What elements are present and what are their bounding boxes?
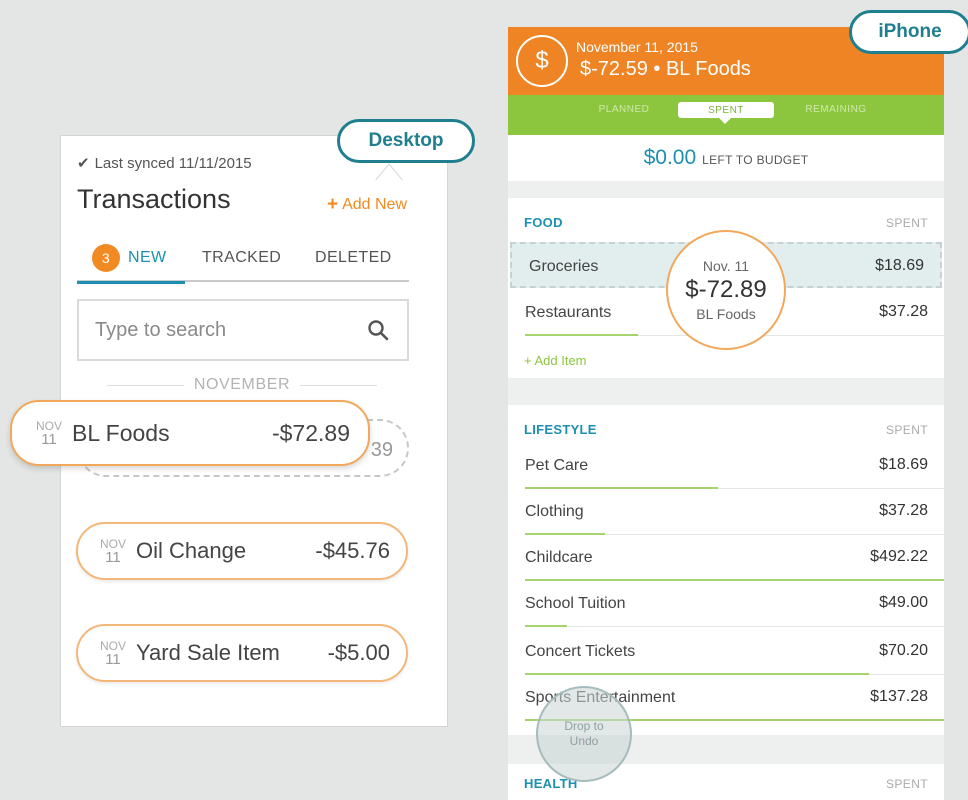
budget-row-school-tuition[interactable]: School Tuition $49.00: [508, 581, 944, 627]
transaction-amount: -$5.00: [327, 640, 390, 665]
group-spent-label: SPENT: [885, 423, 928, 437]
budget-segmented-control: PLANNED SPENT REMAINING: [508, 95, 944, 135]
group-spent-label: SPENT: [885, 777, 928, 791]
tab-new-label: NEW: [128, 249, 167, 266]
dragged-transaction-bubble[interactable]: Nov. 11 $-72.89 BL Foods: [666, 230, 786, 350]
spent-progress-bar: [525, 334, 638, 336]
undo-label-line2: Undo: [569, 734, 599, 748]
bubble-amount: $-72.89: [685, 276, 767, 303]
left-to-budget-amount: $0.00: [643, 146, 697, 169]
budget-item-name: School Tuition: [525, 595, 626, 612]
budget-row-pet-care[interactable]: Pet Care $18.69: [508, 443, 944, 489]
budget-row-clothing[interactable]: Clothing $37.28: [508, 489, 944, 535]
group-heading: FOOD: [524, 215, 563, 230]
add-new-button[interactable]: + Add New: [327, 194, 407, 216]
search-icon[interactable]: [367, 319, 389, 341]
transaction-name: Yard Sale Item: [136, 640, 280, 665]
budget-row-childcare[interactable]: Childcare $492.22: [508, 535, 944, 581]
month-label: NOVEMBER: [193, 376, 291, 393]
segment-spent[interactable]: SPENT: [678, 102, 774, 118]
budget-group-lifestyle: LIFESTYLE SPENT Pet Care $18.69 Clothing…: [508, 405, 944, 735]
iphone-callout: iPhone: [849, 10, 968, 54]
budget-item-value: $37.28: [879, 303, 928, 320]
row-divider: [525, 626, 944, 627]
undo-label-line1: Drop to: [564, 719, 604, 733]
search-box: [77, 299, 409, 361]
group-spent-label: SPENT: [885, 216, 928, 230]
month-divider: NOVEMBER: [107, 376, 377, 394]
iphone-panel: $ November 11, 2015 $-72.59 • BL Foods P…: [508, 27, 944, 800]
drop-to-undo-target[interactable]: Drop to Undo: [536, 686, 632, 782]
budget-item-value: $70.20: [879, 642, 928, 659]
bubble-name: BL Foods: [696, 306, 756, 322]
add-new-label: Add New: [342, 196, 407, 213]
budget-item-name: Restaurants: [525, 304, 612, 321]
sync-status-label: Last synced 11/11/2015: [94, 154, 252, 172]
callout-pointer: [374, 163, 404, 182]
transaction-date: NOV 11: [90, 537, 136, 565]
divider-line: [107, 384, 184, 386]
header-date: November 11, 2015: [576, 39, 698, 55]
budget-item-value: $18.69: [875, 257, 924, 274]
add-item-link[interactable]: + Add Item: [524, 353, 587, 368]
divider-line: [300, 384, 377, 386]
budget-item-name: Pet Care: [525, 457, 589, 474]
transaction-name: Oil Change: [136, 538, 247, 563]
sync-status: ✔ Last synced 11/11/2015: [77, 154, 252, 173]
transaction-amount: -$72.89: [271, 419, 350, 446]
caret-down-icon: [719, 118, 731, 124]
tab-deleted[interactable]: DELETED: [315, 234, 392, 282]
dollar-icon: $: [516, 35, 568, 87]
plus-icon: +: [326, 194, 339, 215]
spent-progress-bar: [525, 625, 567, 627]
transaction-item[interactable]: NOV 11 Oil Change -$45.76: [76, 522, 408, 580]
left-to-budget: $0.00 LEFT TO BUDGET: [508, 135, 944, 181]
transaction-tabs: 3 NEW TRACKED DELETED: [77, 234, 409, 284]
transaction-day: 11: [105, 549, 121, 566]
transaction-item[interactable]: NOV 11 Yard Sale Item -$5.00: [76, 624, 408, 682]
transaction-day: 11: [105, 651, 121, 668]
budget-item-name: Clothing: [525, 503, 584, 520]
transaction-date: NOV 11: [26, 419, 72, 447]
budget-row-concert-tickets[interactable]: Concert Tickets $70.20: [508, 629, 944, 675]
bubble-date: Nov. 11: [702, 258, 750, 274]
transaction-amount: -$45.76: [315, 538, 390, 563]
segment-planned[interactable]: PLANNED: [580, 95, 668, 123]
transaction-date: NOV 11: [90, 639, 136, 667]
budget-item-name: Childcare: [525, 549, 593, 566]
budget-item-name: Concert Tickets: [525, 643, 636, 660]
budget-item-value: $37.28: [879, 502, 928, 519]
search-input[interactable]: [95, 318, 355, 342]
desktop-callout: Desktop: [337, 119, 475, 163]
page-title: Transactions: [77, 184, 231, 214]
budget-item-value: $18.69: [879, 456, 928, 473]
budget-item-value: $49.00: [879, 594, 928, 611]
new-count-badge: 3: [92, 244, 120, 272]
transaction-item-dragging[interactable]: NOV 11 BL Foods -$72.89: [10, 400, 370, 466]
budget-item-name: Groceries: [529, 258, 599, 275]
check-icon: ✔: [77, 155, 90, 172]
transaction-name: BL Foods: [72, 419, 170, 446]
placeholder-amount: 39: [370, 439, 393, 461]
budget-item-value: $137.28: [870, 688, 928, 705]
left-to-budget-label: LEFT TO BUDGET: [702, 153, 809, 167]
group-heading: LIFESTYLE: [524, 422, 597, 437]
budget-item-value: $492.22: [870, 548, 928, 565]
tab-new[interactable]: 3 NEW: [77, 234, 185, 284]
tab-tracked[interactable]: TRACKED: [202, 234, 281, 282]
header-title: $-72.59 • BL Foods: [580, 58, 751, 80]
transaction-day: 11: [41, 431, 57, 448]
segment-remaining[interactable]: REMAINING: [786, 95, 886, 123]
